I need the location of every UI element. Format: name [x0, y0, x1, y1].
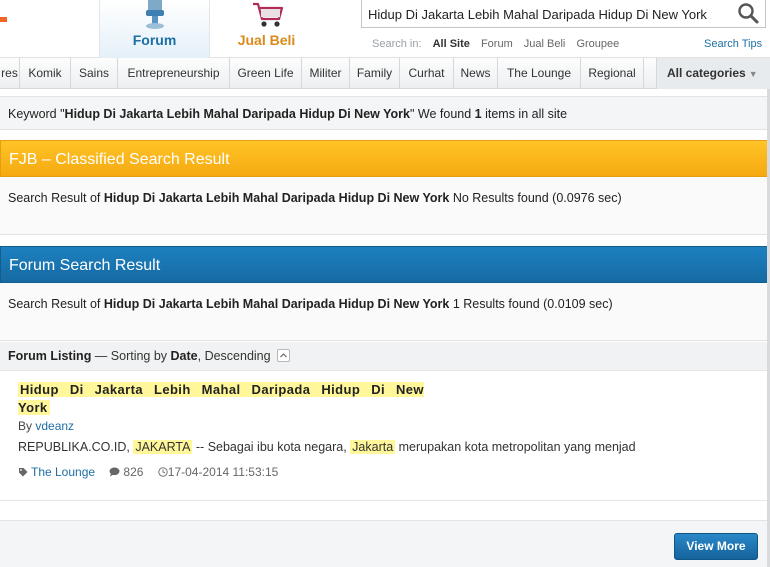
- tab-forum-label: Forum: [132, 32, 177, 48]
- shopping-cart-icon: [252, 2, 283, 27]
- result-snippet: REPUBLIKA.CO.ID, JAKARTA -- Sebagai ibu …: [18, 440, 636, 454]
- snippet-highlight: JAKARTA: [133, 440, 193, 454]
- snippet-text: -- Sebagai ibu kota negara,: [192, 440, 351, 454]
- keyword-mid: " We found: [410, 107, 475, 121]
- site-logo[interactable]: [0, 17, 7, 22]
- category-item[interactable]: Komik: [20, 58, 71, 89]
- tab-jual-beli-label: Jual Beli: [237, 32, 296, 48]
- search-tips-link[interactable]: Search Tips: [704, 38, 762, 50]
- keyword-text: Hidup Di Jakarta Lebih Mahal Daripada Hi…: [64, 107, 410, 121]
- result-by-label: By: [18, 419, 36, 433]
- category-item[interactable]: The Lounge: [498, 58, 581, 89]
- fjb-section-title: FJB – Classified Search Result: [0, 140, 768, 177]
- search-scope-all-site[interactable]: All Site: [433, 38, 470, 50]
- tab-forum[interactable]: Forum: [99, 0, 210, 58]
- clock-icon: [158, 467, 168, 477]
- category-item[interactable]: Curhat: [400, 58, 454, 89]
- result-category: The Lounge: [18, 465, 95, 479]
- forum-result-keyword: Hidup Di Jakarta Lebih Mahal Daripada Hi…: [103, 297, 450, 311]
- all-categories-dropdown[interactable]: All categories ▼: [656, 58, 770, 89]
- keyword-count: 1: [474, 107, 482, 121]
- results-footer: [0, 520, 770, 567]
- search-input[interactable]: [368, 4, 728, 24]
- result-replies: 826: [109, 465, 143, 479]
- forum-podium-icon: [145, 0, 164, 29]
- category-item[interactable]: Militer: [302, 58, 350, 89]
- snippet-text: REPUBLIKA.CO.ID,: [18, 440, 134, 454]
- keyword-prefix: Keyword ": [8, 107, 65, 121]
- result-date-text: 17-04-2014 11:53:15: [167, 465, 279, 479]
- forum-result-summary: Search Result of Hidup Di Jakarta Lebih …: [8, 295, 638, 314]
- page: Forum Jual Beli Search in: All Site Foru…: [0, 0, 770, 567]
- forum-result-prefix: Search Result of: [8, 297, 104, 311]
- result-meta: The Lounge 826 17-04-2014 11:53:15: [18, 465, 289, 479]
- keyword-suffix: items in all site: [481, 107, 568, 121]
- tag-icon: [19, 467, 28, 477]
- category-item[interactable]: Green Life: [230, 58, 302, 89]
- forum-section-body: Search Result of Hidup Di Jakarta Lebih …: [0, 283, 770, 341]
- search-scope: Search in: All Site Forum Jual Beli Grou…: [372, 38, 627, 50]
- result-author-link[interactable]: vdeanz: [35, 419, 74, 433]
- search-scope-groupee[interactable]: Groupee: [576, 38, 619, 50]
- all-categories-label: All categories: [667, 66, 746, 80]
- forum-listing-bar: Forum Listing — Sorting by Date, Descend…: [0, 342, 770, 371]
- result-date: 17-04-2014 11:53:15: [158, 465, 279, 479]
- result-title-text: Hidup Di Jakarta Lebih Mahal Daripada Hi…: [18, 382, 424, 415]
- search-scope-jual-beli[interactable]: Jual Beli: [524, 38, 566, 50]
- chevron-down-icon: ▼: [748, 69, 758, 79]
- sort-toggle-button[interactable]: [276, 349, 290, 363]
- listing-label: Forum Listing: [8, 349, 92, 363]
- listing-sep: — Sorting by: [91, 349, 171, 363]
- forum-result-status: 1 Results found (0.0109 sec): [449, 297, 613, 311]
- fjb-section-body: Search Result of Hidup Di Jakarta Lebih …: [0, 177, 770, 235]
- tab-jual-beli[interactable]: Jual Beli: [210, 0, 323, 58]
- search-box: [361, 0, 766, 28]
- comment-icon: [109, 467, 120, 477]
- forum-section-title: Forum Search Result: [0, 246, 768, 283]
- fjb-result-status: No Results found (0.0976 sec): [449, 191, 622, 205]
- category-item[interactable]: News: [454, 58, 498, 89]
- search-icon[interactable]: [737, 2, 759, 24]
- result-category-link[interactable]: The Lounge: [31, 465, 95, 479]
- fjb-result-prefix: Search Result of: [8, 191, 104, 205]
- keyword-summary: Keyword "Hidup Di Jakarta Lebih Mahal Da…: [0, 96, 770, 130]
- category-item[interactable]: Entrepreneurship: [118, 58, 230, 89]
- category-bar: res Komik Sains Entrepreneurship Green L…: [0, 58, 770, 89]
- chevron-up-icon: [279, 353, 287, 358]
- result-title-link[interactable]: Hidup Di Jakarta Lebih Mahal Daripada Hi…: [18, 381, 443, 417]
- snippet-text: merupakan kota metropolitan yang menjad: [395, 440, 636, 454]
- listing-sort-dir: , Descending: [197, 349, 271, 363]
- snippet-highlight: Jakarta: [350, 440, 396, 454]
- result-reply-count: 826: [123, 465, 144, 479]
- site-header: Forum Jual Beli Search in: All Site Foru…: [0, 0, 770, 58]
- result-byline: By vdeanz: [18, 419, 74, 433]
- search-scope-forum[interactable]: Forum: [481, 38, 513, 50]
- category-item[interactable]: Regional: [581, 58, 644, 89]
- list-item: Hidup Di Jakarta Lebih Mahal Daripada Hi…: [0, 371, 770, 501]
- fjb-result-keyword: Hidup Di Jakarta Lebih Mahal Daripada Hi…: [103, 191, 450, 205]
- category-item[interactable]: Sains: [71, 58, 118, 89]
- listing-sort-field: Date: [170, 349, 198, 363]
- category-item[interactable]: Family: [350, 58, 400, 89]
- view-more-button[interactable]: View More: [674, 533, 758, 560]
- category-item[interactable]: res: [0, 58, 20, 89]
- search-scope-label: Search in:: [372, 38, 422, 50]
- fjb-result-summary: Search Result of Hidup Di Jakarta Lebih …: [8, 189, 638, 208]
